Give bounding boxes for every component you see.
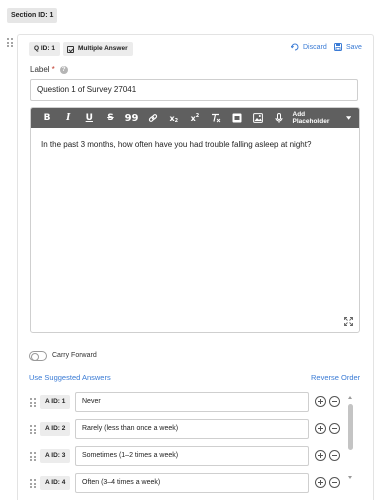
answer-drag-handle[interactable] bbox=[30, 398, 36, 407]
answer-input[interactable]: Never bbox=[75, 392, 309, 412]
answer-id-badge: A ID: 4 bbox=[40, 476, 71, 490]
answer-drag-handle[interactable] bbox=[30, 452, 36, 461]
remove-answer-icon[interactable] bbox=[329, 396, 340, 407]
remove-answer-icon[interactable] bbox=[329, 477, 340, 488]
editor-toolbar: B I U S 99 x2 x2 Add Placeholder bbox=[31, 108, 359, 128]
italic-button[interactable]: I bbox=[60, 108, 76, 128]
clear-format-button[interactable] bbox=[208, 108, 224, 128]
link-button[interactable] bbox=[145, 108, 161, 128]
required-marker: * bbox=[51, 65, 55, 74]
answer-id-badge: A ID: 2 bbox=[40, 422, 71, 436]
answer-input[interactable]: Sometimes (1–2 times a week) bbox=[75, 446, 309, 466]
label-caption: Label bbox=[30, 65, 50, 74]
answer-input[interactable]: Rarely (less than once a week) bbox=[75, 419, 309, 439]
answer-input[interactable]: Often (3–4 times a week) bbox=[75, 473, 309, 493]
save-button[interactable]: Save bbox=[334, 43, 362, 51]
video-icon bbox=[232, 113, 242, 123]
add-placeholder-dropdown[interactable]: Add Placeholder bbox=[292, 111, 351, 125]
discard-button[interactable]: Discard bbox=[291, 43, 327, 51]
image-button[interactable] bbox=[250, 108, 266, 128]
answer-row: A ID: 2 Rarely (less than once a week) bbox=[29, 419, 344, 439]
question-type-label: Multiple Answer bbox=[78, 45, 128, 52]
subscript-button[interactable]: x2 bbox=[166, 108, 182, 128]
remove-answer-icon[interactable] bbox=[329, 450, 340, 461]
add-answer-icon[interactable] bbox=[315, 423, 326, 434]
editor-content[interactable]: In the past 3 months, how often have you… bbox=[31, 128, 359, 161]
answers-scrollbar[interactable] bbox=[347, 396, 354, 486]
answer-drag-handle[interactable] bbox=[30, 479, 36, 488]
clear-format-icon bbox=[212, 113, 221, 123]
reverse-order-link[interactable]: Reverse Order bbox=[311, 373, 360, 382]
blockquote-button[interactable]: 99 bbox=[124, 108, 140, 128]
caret-down-icon bbox=[345, 116, 351, 120]
label-input[interactable]: Question 1 of Survey 27041 bbox=[30, 79, 358, 101]
answer-id-badge: A ID: 3 bbox=[40, 449, 71, 463]
scroll-down-arrow-icon[interactable] bbox=[348, 476, 352, 479]
question-type-badge: Multiple Answer bbox=[63, 42, 133, 56]
add-answer-icon[interactable] bbox=[315, 477, 326, 488]
help-icon[interactable]: ? bbox=[59, 65, 68, 74]
section-id-badge: Section ID: 1 bbox=[7, 8, 58, 23]
answer-row: A ID: 3 Sometimes (1–2 times a week) bbox=[29, 446, 344, 466]
link-icon bbox=[148, 114, 157, 122]
answer-drag-handle[interactable] bbox=[30, 425, 36, 434]
discard-icon bbox=[291, 43, 299, 51]
expand-icon[interactable] bbox=[344, 317, 353, 326]
strikethrough-button[interactable]: S bbox=[102, 108, 118, 128]
scrollbar-thumb[interactable] bbox=[348, 404, 353, 450]
rich-text-editor: B I U S 99 x2 x2 Add Placeholder In the … bbox=[30, 107, 360, 333]
superscript-button[interactable]: x2 bbox=[187, 108, 203, 128]
scroll-up-arrow-icon[interactable] bbox=[348, 396, 352, 399]
add-placeholder-label: Add Placeholder bbox=[292, 111, 330, 125]
add-answer-icon[interactable] bbox=[315, 450, 326, 461]
bold-button[interactable]: B bbox=[39, 108, 55, 128]
question-id-badge: Q ID: 1 bbox=[29, 42, 60, 56]
remove-answer-icon[interactable] bbox=[329, 423, 340, 434]
image-icon bbox=[253, 113, 264, 123]
answer-row: A ID: 1 Never bbox=[29, 392, 344, 412]
carry-forward-label: Carry Forward bbox=[52, 352, 97, 359]
underline-button[interactable]: U bbox=[81, 108, 97, 128]
add-answer-icon[interactable] bbox=[315, 396, 326, 407]
save-label: Save bbox=[346, 43, 362, 51]
save-icon bbox=[334, 43, 342, 51]
answer-row: A ID: 4 Often (3–4 times a week) bbox=[29, 473, 344, 493]
microphone-icon bbox=[275, 113, 283, 123]
label-field-caption: Label * ? bbox=[30, 65, 68, 74]
video-button[interactable] bbox=[229, 108, 245, 128]
carry-forward-toggle[interactable] bbox=[29, 351, 47, 361]
use-suggested-answers-link[interactable]: Use Suggested Answers bbox=[29, 373, 111, 382]
checkbox-icon bbox=[67, 45, 74, 53]
discard-label: Discard bbox=[303, 43, 327, 51]
microphone-button[interactable] bbox=[271, 108, 287, 128]
question-drag-handle[interactable] bbox=[7, 38, 13, 47]
answer-id-badge: A ID: 1 bbox=[40, 395, 71, 409]
